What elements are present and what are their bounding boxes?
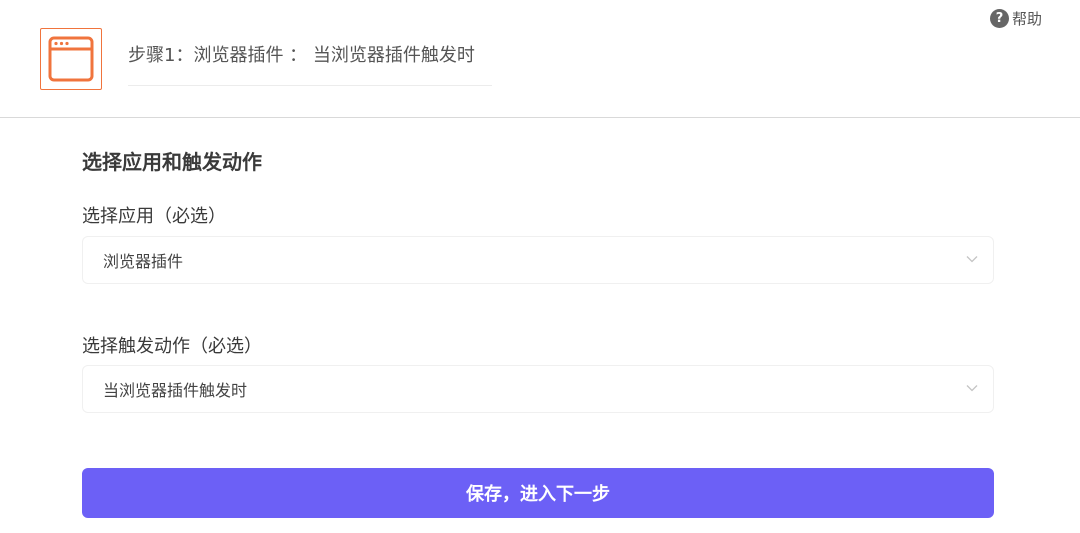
help-label: 帮助	[1011, 10, 1042, 28]
browser-window-icon	[40, 28, 102, 90]
step-title: 步骤1：浏览器插件 ： 当浏览器插件触发时	[128, 45, 475, 66]
help-link[interactable]: ? 帮助	[989, 8, 1042, 29]
trigger-select-value: 当浏览器插件触发时	[103, 381, 248, 400]
app-select-value: 浏览器插件	[103, 252, 184, 271]
trigger-select[interactable]: 当浏览器插件触发时	[82, 365, 994, 413]
save-and-next-button[interactable]: 保存，进入下一步	[82, 468, 994, 518]
chevron-down-icon	[965, 381, 979, 395]
question-circle-icon: ?	[989, 9, 1009, 28]
section-title: 选择应用和触发动作	[82, 150, 262, 174]
browser-window-icon-graphic	[48, 36, 94, 82]
page: 步骤1：浏览器插件 ： 当浏览器插件触发时 ? 帮助 选择应用和触发动作 选择应…	[0, 0, 1080, 533]
app-field-label: 选择应用（必选）	[82, 206, 226, 227]
trigger-field-label: 选择触发动作（必选）	[82, 336, 262, 357]
app-select[interactable]: 浏览器插件	[82, 236, 994, 284]
chevron-down-icon	[965, 252, 979, 266]
header: 步骤1：浏览器插件 ： 当浏览器插件触发时 ? 帮助	[0, 0, 1080, 118]
step-title-divider	[128, 85, 492, 86]
